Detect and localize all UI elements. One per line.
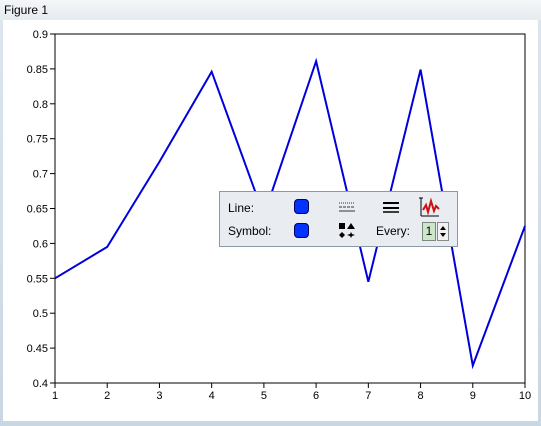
y-tick-label: 0.8 [33, 99, 48, 111]
line-label: Line: [228, 201, 255, 215]
symbol-label: Symbol: [228, 224, 272, 238]
y-tick-label: 0.5 [33, 308, 48, 320]
x-tick-label: 2 [104, 390, 110, 402]
line-width-icon[interactable] [382, 200, 400, 214]
plot-style-toolbar: Line: Symbol: Every: 1 [219, 191, 458, 247]
spin-up-icon [440, 226, 446, 230]
every-spin-buttons[interactable] [437, 222, 449, 241]
x-tick-label: 4 [209, 390, 215, 402]
symbol-shape-icon[interactable] [337, 221, 357, 241]
spin-down-icon [440, 233, 446, 237]
x-tick-label: 9 [470, 390, 476, 402]
y-tick-label: 0.6 [33, 238, 48, 250]
y-tick-label: 0.55 [27, 273, 48, 285]
line-color-icon[interactable] [294, 199, 309, 214]
every-spinner[interactable]: 1 [422, 222, 450, 241]
y-tick-label: 0.4 [33, 378, 48, 390]
x-tick-label: 3 [156, 390, 162, 402]
y-tick-label: 0.7 [33, 169, 48, 181]
figure-title-bar: Figure 1 [0, 0, 541, 20]
y-tick-label: 0.65 [27, 204, 48, 216]
x-tick-label: 7 [365, 390, 371, 402]
x-tick-label: 8 [417, 390, 423, 402]
x-tick-label: 6 [313, 390, 319, 402]
y-tick-label: 0.45 [27, 343, 48, 355]
symbol-color-icon[interactable] [294, 223, 309, 238]
every-value-field[interactable]: 1 [422, 222, 436, 241]
every-label: Every: [376, 224, 411, 238]
data-cursor-icon[interactable] [418, 196, 442, 218]
y-tick-label: 0.9 [33, 29, 48, 41]
x-tick-label: 1 [52, 390, 58, 402]
y-tick-label: 0.75 [27, 134, 48, 146]
x-tick-label: 10 [519, 390, 531, 402]
y-tick-label: 0.85 [27, 64, 48, 76]
figure-title: Figure 1 [4, 3, 49, 17]
line-style-icon[interactable] [338, 200, 356, 214]
x-tick-label: 5 [261, 390, 267, 402]
